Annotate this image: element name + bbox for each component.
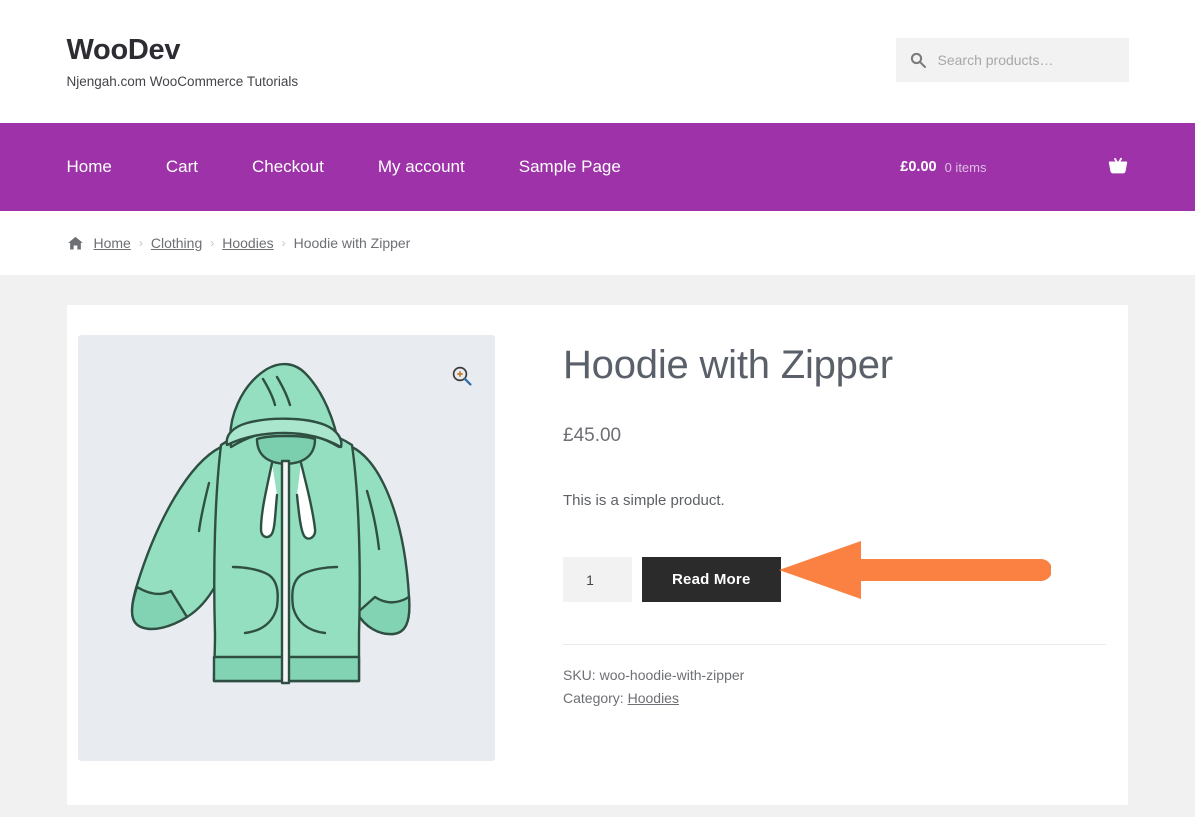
shopping-basket-icon[interactable] bbox=[1107, 156, 1129, 178]
nav-item-my-account[interactable]: My account bbox=[378, 157, 465, 177]
nav-item-home[interactable]: Home bbox=[67, 157, 112, 177]
cart-total: £0.00 bbox=[900, 159, 937, 175]
breadcrumb-link-home[interactable]: Home bbox=[94, 235, 131, 251]
nav-inner: Home Cart Checkout My account Sample Pag… bbox=[67, 123, 1129, 211]
category-link-hoodies[interactable]: Hoodies bbox=[628, 690, 679, 706]
breadcrumb: Home › Clothing › Hoodies › Hoodie with … bbox=[67, 211, 1129, 275]
add-to-cart-form: Read More bbox=[563, 557, 1106, 602]
page-root: WooDev Njengah.com WooCommerce Tutorials… bbox=[0, 0, 1195, 817]
product-short-description: This is a simple product. bbox=[563, 492, 725, 509]
product-image-frame[interactable] bbox=[78, 335, 495, 761]
product-category-row: Category: Hoodies bbox=[563, 687, 1106, 710]
product-price: £45.00 bbox=[563, 425, 622, 446]
nav-menu: Home Cart Checkout My account Sample Pag… bbox=[67, 157, 621, 177]
nav-link-sample-page[interactable]: Sample Page bbox=[519, 157, 621, 176]
primary-navigation: Home Cart Checkout My account Sample Pag… bbox=[0, 123, 1195, 211]
meta-divider bbox=[563, 644, 1106, 645]
product-sku-row: SKU: woo-hoodie-with-zipper bbox=[563, 664, 1106, 687]
sku-label: SKU: bbox=[563, 667, 596, 683]
breadcrumb-separator: › bbox=[138, 236, 143, 250]
product-meta: SKU: woo-hoodie-with-zipper Category: Ho… bbox=[563, 664, 1106, 710]
product-title: Hoodie with Zipper bbox=[563, 343, 893, 387]
nav-link-home[interactable]: Home bbox=[67, 157, 112, 176]
product-image-hoodie bbox=[130, 362, 411, 685]
nav-link-cart[interactable]: Cart bbox=[166, 157, 198, 176]
breadcrumb-link-clothing[interactable]: Clothing bbox=[151, 235, 202, 251]
category-label: Category: bbox=[563, 690, 624, 707]
header-inner: WooDev Njengah.com WooCommerce Tutorials bbox=[67, 0, 1129, 90]
cart-summary[interactable]: £0.00 0 items bbox=[900, 156, 1128, 178]
nav-link-my-account[interactable]: My account bbox=[378, 157, 465, 176]
sku-value: woo-hoodie-with-zipper bbox=[599, 667, 745, 683]
breadcrumb-link-hoodies[interactable]: Hoodies bbox=[222, 235, 273, 251]
site-header: WooDev Njengah.com WooCommerce Tutorials bbox=[0, 0, 1195, 123]
cart-items-count: 0 items bbox=[944, 159, 987, 175]
home-icon[interactable] bbox=[67, 235, 84, 252]
product-search-form[interactable] bbox=[895, 38, 1129, 82]
site-branding[interactable]: WooDev Njengah.com WooCommerce Tutorials bbox=[67, 36, 299, 90]
nav-item-cart[interactable]: Cart bbox=[166, 157, 198, 177]
search-input[interactable] bbox=[935, 51, 1115, 69]
breadcrumb-current: Hoodie with Zipper bbox=[293, 235, 411, 251]
product-summary: Hoodie with Zipper £45.00 This is a simp… bbox=[495, 335, 1106, 765]
breadcrumb-separator: › bbox=[210, 236, 215, 250]
site-description: Njengah.com WooCommerce Tutorials bbox=[66, 74, 299, 89]
quantity-input[interactable] bbox=[568, 558, 627, 601]
breadcrumb-bar: Home › Clothing › Hoodies › Hoodie with … bbox=[0, 211, 1195, 275]
product-gallery bbox=[78, 335, 495, 765]
search-icon bbox=[910, 52, 926, 68]
add-to-cart-button[interactable]: Read More bbox=[642, 557, 781, 602]
site-title[interactable]: WooDev bbox=[67, 36, 299, 65]
product-card: Hoodie with Zipper £45.00 This is a simp… bbox=[67, 305, 1128, 805]
nav-item-checkout[interactable]: Checkout bbox=[252, 157, 324, 177]
nav-item-sample-page[interactable]: Sample Page bbox=[519, 157, 621, 177]
nav-link-checkout[interactable]: Checkout bbox=[252, 157, 324, 176]
content-background: Hoodie with Zipper £45.00 This is a simp… bbox=[0, 275, 1195, 817]
magnifier-plus-icon[interactable] bbox=[451, 365, 473, 387]
quantity-stepper[interactable] bbox=[563, 557, 632, 602]
breadcrumb-separator: › bbox=[281, 236, 286, 250]
